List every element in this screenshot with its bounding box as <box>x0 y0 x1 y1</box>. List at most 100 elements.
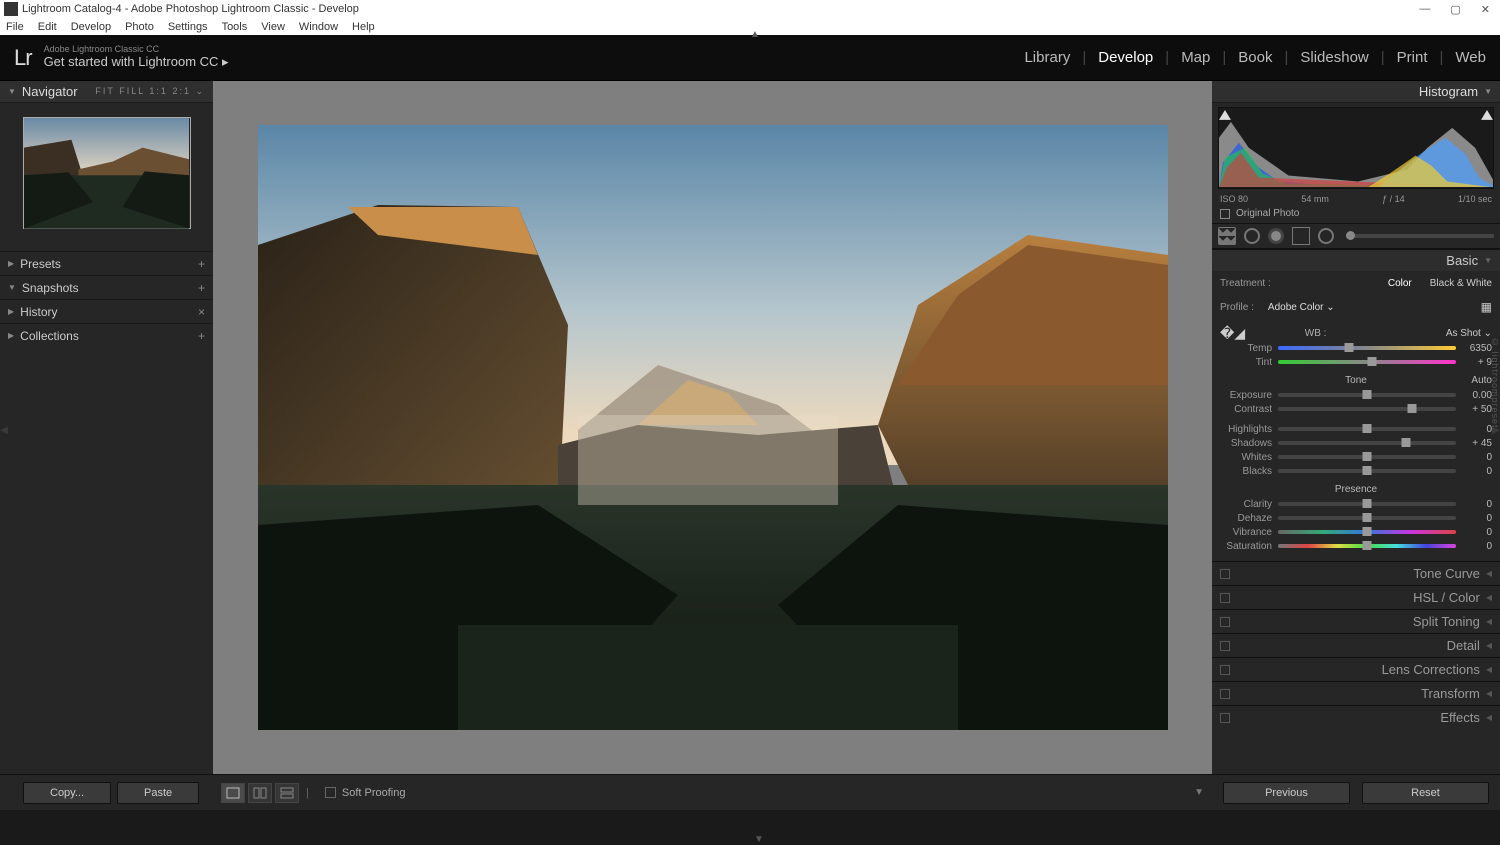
slider-highlights[interactable]: Highlights0 <box>1220 422 1492 436</box>
clear-history-icon[interactable]: × <box>198 305 205 319</box>
minimize-icon[interactable]: — <box>1419 3 1430 16</box>
before-after-lr-icon[interactable] <box>248 783 272 803</box>
temp-track[interactable] <box>1278 346 1456 350</box>
module-book[interactable]: Book <box>1238 49 1272 66</box>
panel-collections[interactable]: ▶Collections+ <box>0 323 213 347</box>
panel-snapshots[interactable]: ▼Snapshots+ <box>0 275 213 299</box>
slider-shadows[interactable]: Shadows+ 45 <box>1220 436 1492 450</box>
basic-panel-header[interactable]: Basic ▼ <box>1212 249 1500 271</box>
whites-track[interactable] <box>1278 455 1456 459</box>
saturation-thumb[interactable] <box>1363 541 1372 550</box>
graduated-filter-icon[interactable] <box>1292 227 1310 245</box>
tint-track[interactable] <box>1278 360 1456 364</box>
panel-switch-icon[interactable] <box>1220 593 1230 603</box>
slider-clarity[interactable]: Clarity0 <box>1220 497 1492 511</box>
add-preset-icon[interactable]: + <box>198 257 205 271</box>
menu-tools[interactable]: Tools <box>222 21 248 33</box>
add-collection-icon[interactable]: + <box>198 329 205 343</box>
toolbar-dropdown-icon[interactable]: ▼ <box>1194 787 1204 798</box>
shadows-thumb[interactable] <box>1402 438 1411 447</box>
navigator-thumbnail[interactable] <box>23 117 191 229</box>
tint-thumb[interactable] <box>1368 357 1377 366</box>
original-photo-toggle[interactable]: Original Photo <box>1212 204 1500 223</box>
menu-help[interactable]: Help <box>352 21 375 33</box>
wb-dropdown[interactable]: As Shot ⌄ <box>1446 328 1492 339</box>
reset-button[interactable]: Reset <box>1362 782 1489 804</box>
panel-switch-icon[interactable] <box>1220 665 1230 675</box>
treatment-color[interactable]: Color <box>1388 278 1412 289</box>
clarity-thumb[interactable] <box>1363 499 1372 508</box>
spot-removal-icon[interactable] <box>1244 228 1260 244</box>
contrast-track[interactable] <box>1278 407 1456 411</box>
auto-button[interactable]: Auto <box>1471 375 1492 386</box>
module-develop[interactable]: Develop <box>1098 49 1153 66</box>
panel-switch-icon[interactable] <box>1220 713 1230 723</box>
collapse-right-icon[interactable]: ▶ <box>1492 422 1500 440</box>
panel-tone-curve[interactable]: Tone Curve◀ <box>1212 561 1500 585</box>
panel-switch-icon[interactable] <box>1220 689 1230 699</box>
module-print[interactable]: Print <box>1397 49 1428 66</box>
canvas-area[interactable] <box>213 81 1212 774</box>
panel-split-toning[interactable]: Split Toning◀ <box>1212 609 1500 633</box>
slider-whites[interactable]: Whites0 <box>1220 450 1492 464</box>
eyedropper-icon[interactable]: �◢ <box>1220 325 1245 342</box>
slider-saturation[interactable]: Saturation0 <box>1220 539 1492 553</box>
slider-blacks[interactable]: Blacks0 <box>1220 464 1492 478</box>
panel-hsl[interactable]: HSL / Color◀ <box>1212 585 1500 609</box>
panel-switch-icon[interactable] <box>1220 569 1230 579</box>
menu-view[interactable]: View <box>261 21 285 33</box>
temp-thumb[interactable] <box>1345 343 1354 352</box>
panel-effects[interactable]: Effects◀ <box>1212 705 1500 729</box>
panel-switch-icon[interactable] <box>1220 617 1230 627</box>
photo-preview[interactable] <box>258 125 1168 730</box>
menu-file[interactable]: File <box>6 21 24 33</box>
profile-dropdown[interactable]: Adobe Color ⌄ <box>1268 302 1335 313</box>
module-web[interactable]: Web <box>1455 49 1486 66</box>
exposure-thumb[interactable] <box>1363 390 1372 399</box>
slider-temp[interactable]: Temp6350 <box>1220 341 1492 355</box>
radial-filter-icon[interactable] <box>1318 228 1334 244</box>
panel-presets[interactable]: ▶Presets+ <box>0 251 213 275</box>
slider-contrast[interactable]: Contrast+ 50 <box>1220 402 1492 416</box>
whites-thumb[interactable] <box>1363 452 1372 461</box>
panel-detail[interactable]: Detail◀ <box>1212 633 1500 657</box>
adjustment-brush-slider[interactable] <box>1346 234 1494 238</box>
panel-lens-corrections[interactable]: Lens Corrections◀ <box>1212 657 1500 681</box>
soft-proofing-checkbox[interactable] <box>325 787 336 798</box>
maximize-icon[interactable]: ▢ <box>1450 3 1460 16</box>
vibrance-thumb[interactable] <box>1363 527 1372 536</box>
navigator-zoom-modes[interactable]: FIT FILL 1:1 2:1 ⌄ <box>95 86 205 97</box>
vibrance-track[interactable] <box>1278 530 1456 534</box>
add-snapshot-icon[interactable]: + <box>198 281 205 295</box>
blacks-track[interactable] <box>1278 469 1456 473</box>
module-map[interactable]: Map <box>1181 49 1210 66</box>
crop-tool-icon[interactable] <box>1218 227 1236 245</box>
menu-settings[interactable]: Settings <box>168 21 208 33</box>
saturation-track[interactable] <box>1278 544 1456 548</box>
highlights-thumb[interactable] <box>1363 424 1372 433</box>
module-library[interactable]: Library <box>1024 49 1070 66</box>
slider-dehaze[interactable]: Dehaze0 <box>1220 511 1492 525</box>
collapse-bottom-icon[interactable]: ▼ <box>750 835 768 843</box>
checkbox-icon[interactable] <box>1220 209 1230 219</box>
menu-edit[interactable]: Edit <box>38 21 57 33</box>
treatment-bw[interactable]: Black & White <box>1430 278 1492 289</box>
redeye-tool-icon[interactable] <box>1268 228 1284 244</box>
profile-browser-icon[interactable]: ▦ <box>1481 300 1492 314</box>
exposure-track[interactable] <box>1278 393 1456 397</box>
paste-button[interactable]: Paste <box>117 782 199 804</box>
menu-photo[interactable]: Photo <box>125 21 154 33</box>
contrast-thumb[interactable] <box>1407 404 1416 413</box>
panel-transform[interactable]: Transform◀ <box>1212 681 1500 705</box>
header-link[interactable]: Get started with Lightroom CC ▸ <box>44 54 229 70</box>
dehaze-track[interactable] <box>1278 516 1456 520</box>
collapse-left-icon[interactable]: ◀ <box>0 422 8 440</box>
histogram-display[interactable] <box>1218 107 1494 189</box>
highlights-track[interactable] <box>1278 427 1456 431</box>
histogram-header[interactable]: Histogram ▼ <box>1212 81 1500 103</box>
dehaze-thumb[interactable] <box>1363 513 1372 522</box>
menu-develop[interactable]: Develop <box>71 21 111 33</box>
collapse-top-icon[interactable]: ▲ <box>750 29 760 40</box>
clarity-track[interactable] <box>1278 502 1456 506</box>
previous-button[interactable]: Previous <box>1223 782 1350 804</box>
